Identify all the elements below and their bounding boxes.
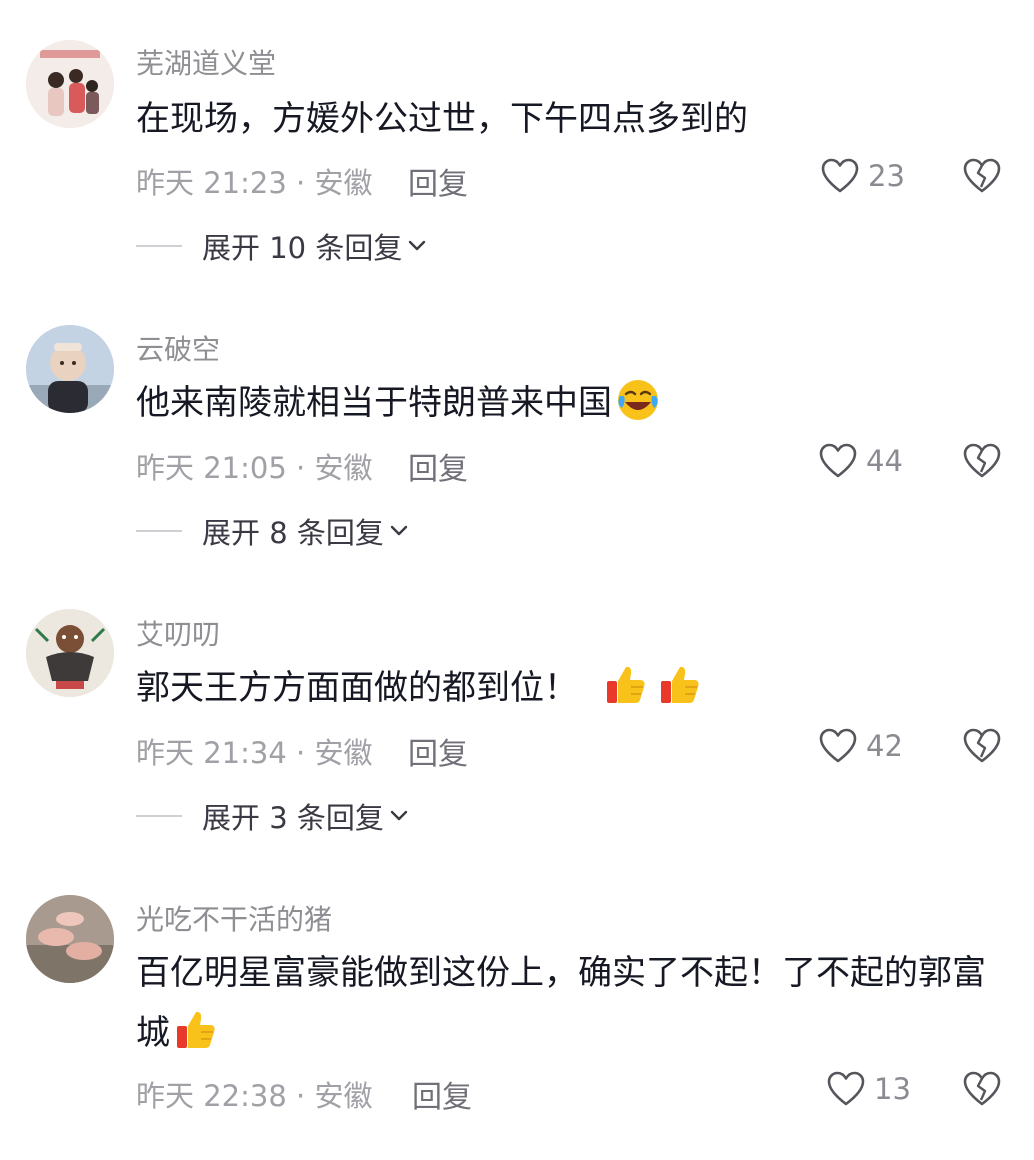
avatar-photo-pigs (26, 895, 114, 983)
thumbs-up-emoji (177, 1011, 215, 1048)
broken-heart-icon (963, 1071, 1001, 1106)
comment-item: 光吃不干活的猪 百亿明星富豪能做到这份上，确实了不起！了不起的郭富城 昨天 22… (0, 0, 1034, 1160)
like-count: 13 (874, 1072, 911, 1106)
heart-icon (827, 1071, 865, 1106)
comment-text: 百亿明星富豪能做到这份上，确实了不起！了不起的郭富城 (136, 943, 1006, 1063)
comment-text-body: 百亿明星富豪能做到这份上，确实了不起！了不起的郭富城 (136, 953, 986, 1053)
reply-button[interactable]: 回复 (412, 1072, 472, 1116)
username[interactable]: 光吃不干活的猪 (136, 898, 332, 938)
dislike-button[interactable] (962, 1070, 1002, 1112)
comment-meta: 昨天 22:38 · 安徽 (136, 1079, 373, 1113)
like-button[interactable]: 13 (826, 1070, 911, 1108)
avatar[interactable] (26, 895, 114, 983)
